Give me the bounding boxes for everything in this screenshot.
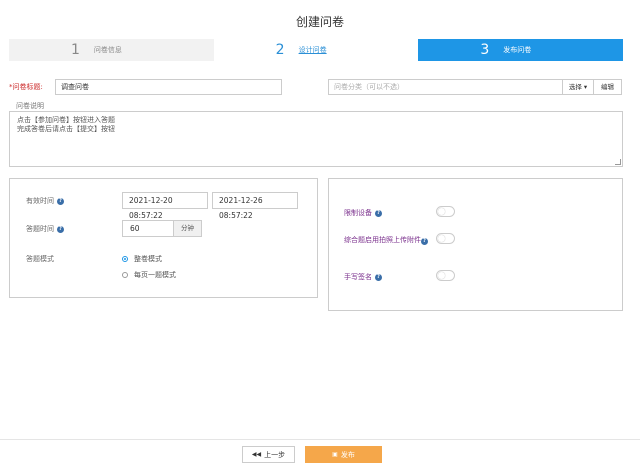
mode-option-per-page[interactable]: 每页一题模式 (122, 270, 176, 280)
step-2[interactable]: 2 设计问卷 (213, 39, 419, 61)
previous-step-label: 上一步 (264, 450, 286, 459)
category-select-button[interactable]: 选择 ▾ (563, 79, 594, 95)
mode-option-whole[interactable]: 整卷模式 (122, 254, 162, 264)
caret-down-icon: ▾ (583, 83, 588, 91)
help-icon[interactable]: ? (375, 273, 382, 281)
answer-time-label: 答题时间? (26, 224, 64, 234)
category-select-label: 选择 (568, 83, 582, 91)
title-input[interactable]: 调查问卷 (55, 79, 282, 95)
signature-switch[interactable] (436, 270, 455, 281)
resize-grip-icon[interactable] (615, 159, 621, 165)
publish-button[interactable]: ▣ 发布 (305, 446, 382, 463)
step-2-number: 2 (275, 42, 285, 58)
answer-time-text: 答题时间 (26, 225, 54, 233)
valid-time-text: 有效时间 (26, 197, 54, 205)
description-textarea[interactable]: 点击【参加问卷】按钮进入答题 完成答卷后请点击【提交】按钮 (9, 111, 623, 167)
radio-checked-icon (122, 256, 128, 262)
step-2-link[interactable]: 设计问卷 (299, 45, 327, 55)
step-1-number: 1 (71, 42, 80, 58)
page-title: 创建问卷 (295, 15, 344, 29)
mode-label: 答题模式 (26, 255, 54, 263)
photo-upload-label: 综合题启用拍照上传附件? (344, 235, 434, 245)
switch-knob (438, 208, 445, 215)
description-line: 点击【参加问卷】按钮进入答题 (17, 116, 115, 124)
signature-label: 手写签名? (344, 272, 382, 282)
previous-step-button[interactable]: ◀◀ 上一步 (242, 446, 295, 463)
step-indicator: 1 问卷信息 2 设计问卷 3 发布问卷 (9, 39, 624, 61)
photo-upload-switch[interactable] (436, 233, 455, 244)
double-left-arrow-icon: ◀◀ (251, 451, 262, 458)
help-icon[interactable]: ? (57, 225, 64, 233)
footer-divider (0, 439, 640, 440)
radio-unchecked-icon (122, 272, 128, 278)
limit-device-label: 限制设备? (344, 208, 382, 218)
end-time-input[interactable]: 2021-12-26 08:57:22 (212, 192, 298, 220)
publish-label: 发布 (340, 450, 355, 459)
description-line: 完成答卷后请点击【提交】按钮 (17, 125, 115, 133)
step-1[interactable]: 1 问卷信息 (9, 39, 214, 61)
switch-knob (438, 235, 445, 242)
step-3[interactable]: 3 发布问卷 (418, 39, 624, 61)
help-icon[interactable]: ? (375, 209, 382, 217)
description-label: 问卷说明 (16, 102, 44, 110)
switch-knob (438, 272, 445, 279)
step-3-label: 发布问卷 (503, 46, 532, 54)
publish-icon: ▣ (332, 451, 338, 458)
answer-time-unit: 分钟 (174, 220, 202, 237)
valid-time-label: 有效时间? (26, 196, 64, 206)
start-time-input[interactable]: 2021-12-20 08:57:22 (122, 192, 208, 220)
category-edit-button[interactable]: 编辑 (594, 79, 622, 95)
step-3-number: 3 (480, 42, 490, 58)
answer-time-input[interactable]: 60 (122, 220, 174, 237)
mode-option-label: 整卷模式 (134, 255, 162, 263)
help-icon[interactable]: ? (421, 237, 428, 245)
photo-upload-text: 综合题启用拍照上传附件 (344, 236, 421, 244)
help-icon[interactable]: ? (57, 197, 64, 205)
limit-device-text: 限制设备 (344, 209, 372, 217)
step-1-label: 问卷信息 (93, 46, 122, 54)
category-input[interactable]: 问卷分类（可以不选） (328, 79, 563, 95)
signature-text: 手写签名 (344, 273, 372, 281)
mode-option-label: 每页一题模式 (134, 271, 176, 279)
limit-device-switch[interactable] (436, 206, 455, 217)
title-label: *问卷标题: (9, 83, 43, 91)
